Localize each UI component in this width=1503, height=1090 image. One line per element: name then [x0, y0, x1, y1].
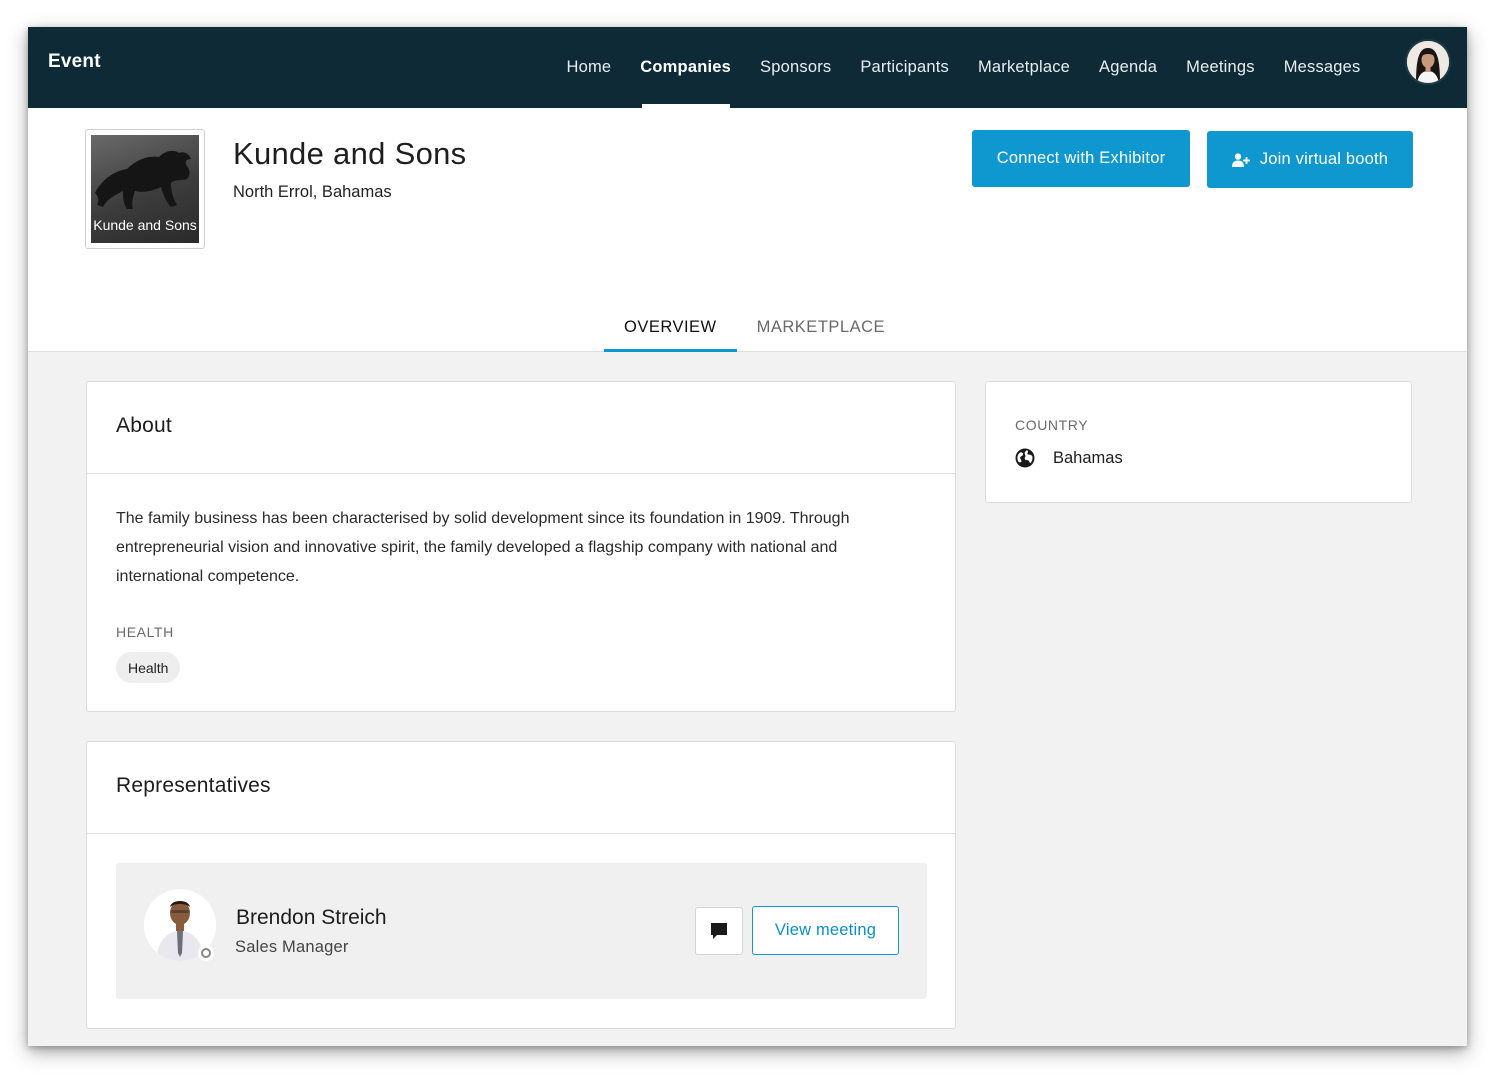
user-avatar[interactable] — [1405, 39, 1451, 85]
globe-icon — [1015, 448, 1035, 468]
join-virtual-booth-button[interactable]: Join virtual booth — [1207, 131, 1413, 188]
company-location: North Errol, Bahamas — [233, 183, 392, 201]
company-tabs: OVERVIEW MARKETPLACE — [604, 305, 905, 352]
about-title: About — [87, 382, 955, 474]
connect-exhibitor-button[interactable]: Connect with Exhibitor — [972, 130, 1190, 187]
category-tag: Health — [116, 652, 181, 683]
company-logo: Kunde and Sons — [85, 129, 205, 249]
brand-logo[interactable]: Event — [48, 51, 101, 73]
presence-status-icon — [198, 945, 214, 961]
nav-home[interactable]: Home — [552, 27, 626, 108]
chat-bubble-icon — [711, 923, 727, 939]
company-logo-text: Kunde and Sons — [93, 217, 197, 233]
category-label: HEALTH — [116, 624, 174, 640]
representatives-card: Representatives Brendon Streich Sales Ma… — [86, 741, 956, 1029]
country-row: Bahamas — [1015, 448, 1123, 468]
about-description: The family business has been characteris… — [116, 510, 850, 585]
company-header: Kunde and Sons Kunde and Sons North Erro… — [28, 108, 1467, 352]
nav-participants[interactable]: Participants — [846, 27, 964, 108]
message-button[interactable] — [695, 907, 743, 955]
representative-item: Brendon Streich Sales Manager View meeti… — [116, 863, 927, 999]
app-window: Event Home Companies Sponsors Participan… — [28, 27, 1467, 1046]
view-meeting-label: View meeting — [774, 921, 877, 939]
add-user-icon — [1231, 152, 1250, 167]
country-value: Bahamas — [1053, 448, 1123, 467]
representatives-title: Representatives — [87, 742, 955, 834]
tab-marketplace[interactable]: MARKETPLACE — [737, 305, 905, 352]
nav-sponsors[interactable]: Sponsors — [746, 27, 846, 108]
view-meeting-button[interactable]: View meeting — [752, 906, 899, 955]
bull-silhouette-icon — [95, 150, 191, 209]
tab-overview[interactable]: OVERVIEW — [604, 305, 737, 352]
user-avatar-icon — [1407, 41, 1449, 83]
company-name: Kunde and Sons — [233, 136, 467, 171]
nav-meetings[interactable]: Meetings — [1172, 27, 1270, 108]
company-logo-image: Kunde and Sons — [91, 135, 199, 243]
nav-companies[interactable]: Companies — [626, 27, 746, 108]
nav-messages[interactable]: Messages — [1269, 27, 1375, 108]
country-card: COUNTRY Bahamas — [985, 381, 1412, 503]
nav-marketplace[interactable]: Marketplace — [963, 27, 1084, 108]
connect-exhibitor-label: Connect with Exhibitor — [996, 149, 1166, 167]
country-label: COUNTRY — [1015, 417, 1089, 433]
nav-links: Home Companies Sponsors Participants Mar… — [552, 27, 1375, 108]
about-card: About The family business has been chara… — [86, 381, 956, 712]
top-nav: Event Home Companies Sponsors Participan… — [28, 27, 1467, 108]
representative-name: Brendon Streich — [236, 906, 387, 929]
representative-role: Sales Manager — [235, 938, 349, 956]
join-virtual-booth-label: Join virtual booth — [1259, 150, 1389, 168]
nav-agenda[interactable]: Agenda — [1085, 27, 1172, 108]
